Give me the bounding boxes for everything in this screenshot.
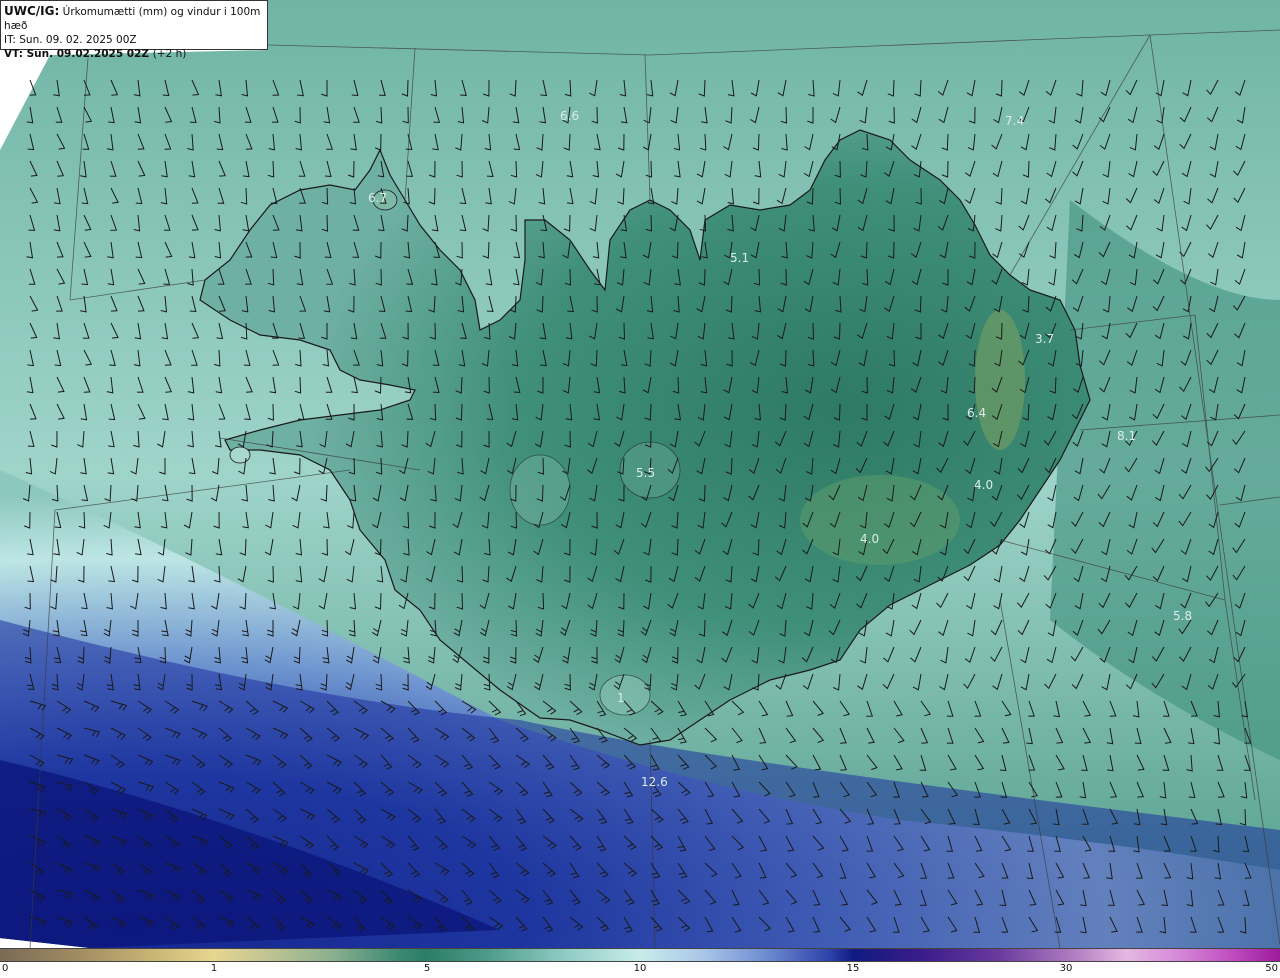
map-value-label: 4.0: [860, 532, 879, 546]
map-value-label: 8.1: [1117, 429, 1136, 443]
map-value-label: 7.4: [1005, 114, 1024, 128]
map-value-label: 6.7: [368, 191, 387, 205]
init-time: Sun. 09. 02. 2025 00Z: [19, 34, 137, 46]
forecast-offset: (+2 h): [152, 48, 187, 60]
map-value-label: 4.0: [974, 478, 993, 492]
colorbar: [0, 948, 1280, 962]
colorbar-tick: 50: [1265, 963, 1278, 974]
model-name: UWC/IG:: [4, 4, 60, 18]
colorbar-tick: 1: [210, 963, 218, 974]
forecast-map: 6.6 7.4 6.7 5.1 3.7 6.4 8.1 5.5 4.0 4.0 …: [0, 0, 1280, 948]
colorbar-tick: 5: [423, 963, 431, 974]
init-time-prefix: IT:: [4, 34, 16, 46]
map-value-label: 5.5: [636, 466, 655, 480]
map-value-label: 1: [617, 691, 625, 705]
map-value-label: 6.4: [967, 406, 986, 420]
map-value-label: 3.7: [1035, 332, 1054, 346]
colorbar-tick: 10: [633, 963, 647, 974]
map-value-label: 5.8: [1173, 609, 1192, 623]
colorbar-tick: 30: [1059, 963, 1073, 974]
valid-time: VT: Sun. 09.02.2025 02Z: [4, 48, 150, 60]
colorbar-tick: 15: [846, 963, 860, 974]
colorbar-tick: 0: [2, 963, 9, 974]
map-header: UWC/IG: Úrkomumætti (mm) og vindur i 100…: [0, 0, 268, 60]
map-value-label: 12.6: [641, 775, 668, 789]
map-value-label: 6.6: [560, 109, 579, 123]
map-value-label: 5.1: [730, 251, 749, 265]
